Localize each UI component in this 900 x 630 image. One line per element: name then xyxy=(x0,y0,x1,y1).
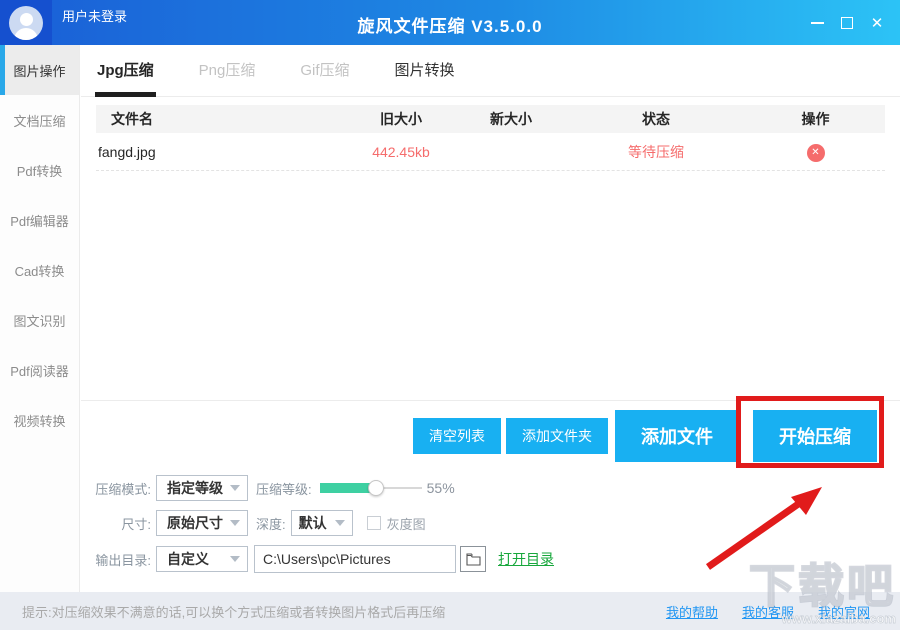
output-dir-mode-select[interactable]: 自定义 xyxy=(156,546,248,572)
compress-mode-label: 压缩模式: xyxy=(89,479,151,498)
open-directory-link[interactable]: 打开目录 xyxy=(498,549,554,569)
tab-gif-compress[interactable]: Gif压缩 xyxy=(298,45,351,97)
sidebar-item-label: Cad转换 xyxy=(15,261,65,280)
settings-form: 压缩模式: 指定等级 压缩等级: 55% 尺寸: 原始尺寸 xyxy=(89,475,554,582)
compress-mode-select[interactable]: 指定等级 xyxy=(156,475,248,501)
sidebar-item-label: 视频转换 xyxy=(13,411,65,430)
size-label: 尺寸: xyxy=(89,514,151,533)
minimize-icon xyxy=(811,22,824,24)
size-depth-row: 尺寸: 原始尺寸 深度: 默认 灰度图 xyxy=(89,510,554,536)
statusbar: 提示:对压缩效果不满意的话,可以换个方式压缩或者转换图片格式后再压缩 我的帮助 … xyxy=(0,592,900,630)
folder-icon xyxy=(466,553,481,566)
sidebar-item-pdf-editor[interactable]: Pdf编辑器 xyxy=(0,195,79,245)
statusbar-links: 我的帮助 我的客服 我的官网 xyxy=(666,602,870,621)
sidebar: 图片操作 文档压缩 Pdf转换 Pdf编辑器 Cad转换 图文识别 Pdf阅读器… xyxy=(0,45,80,592)
output-dir-label: 输出目录: xyxy=(89,550,151,569)
titlebar: 用户未登录 旋风文件压缩 V3.5.0.0 ✕ xyxy=(0,0,900,45)
compress-mode-row: 压缩模式: 指定等级 压缩等级: 55% xyxy=(89,475,554,501)
size-value: 原始尺寸 xyxy=(167,513,223,533)
compress-level-percent: 55% xyxy=(427,480,455,496)
tab-png-compress[interactable]: Png压缩 xyxy=(197,45,258,97)
window-title: 旋风文件压缩 V3.5.0.0 xyxy=(0,12,900,37)
sidebar-item-doc-compress[interactable]: 文档压缩 xyxy=(0,95,79,145)
tab-image-convert[interactable]: 图片转换 xyxy=(393,45,457,97)
sidebar-item-label: Pdf转换 xyxy=(17,161,63,180)
column-new-size: 新大小 xyxy=(456,109,566,129)
column-status: 状态 xyxy=(566,109,746,129)
caret-down-icon xyxy=(335,520,345,526)
close-icon: ✕ xyxy=(871,14,884,32)
file-name: fangd.jpg xyxy=(96,144,346,160)
caret-down-icon xyxy=(230,520,240,526)
tab-bar: Jpg压缩 Png压缩 Gif压缩 图片转换 xyxy=(81,45,900,97)
output-path-input[interactable] xyxy=(254,545,456,573)
depth-label: 深度: xyxy=(256,514,286,533)
active-indicator xyxy=(0,45,5,95)
grayscale-checkbox[interactable] xyxy=(367,516,381,530)
clear-list-button[interactable]: 清空列表 xyxy=(413,418,501,454)
help-link[interactable]: 我的帮助 xyxy=(666,602,718,621)
caret-down-icon xyxy=(230,485,240,491)
file-actions-cell: ✕ xyxy=(746,142,885,162)
file-old-size: 442.45kb xyxy=(346,144,456,160)
sidebar-item-video-convert[interactable]: 视频转换 xyxy=(0,395,79,445)
output-dir-row: 输出目录: 自定义 打开目录 xyxy=(89,545,554,573)
action-button-bar: 清空列表 添加文件夹 添加文件 开始压缩 xyxy=(81,400,900,462)
size-select[interactable]: 原始尺寸 xyxy=(156,510,248,536)
sidebar-item-label: Pdf编辑器 xyxy=(10,211,69,230)
caret-down-icon xyxy=(230,556,240,562)
sidebar-item-image-ops[interactable]: 图片操作 xyxy=(0,45,79,95)
sidebar-item-pdf-reader[interactable]: Pdf阅读器 xyxy=(0,345,79,395)
sidebar-item-label: 图片操作 xyxy=(13,61,65,80)
sidebar-item-ocr[interactable]: 图文识别 xyxy=(0,295,79,345)
compress-level-slider[interactable] xyxy=(320,480,422,496)
main-panel: Jpg压缩 Png压缩 Gif压缩 图片转换 文件名 旧大小 新大小 状态 操作… xyxy=(81,45,900,592)
file-table-header: 文件名 旧大小 新大小 状态 操作 xyxy=(96,105,885,133)
column-old-size: 旧大小 xyxy=(346,109,456,129)
support-link[interactable]: 我的客服 xyxy=(742,602,794,621)
start-compress-button[interactable]: 开始压缩 xyxy=(753,410,877,462)
column-actions: 操作 xyxy=(746,109,885,129)
sidebar-item-cad-convert[interactable]: Cad转换 xyxy=(0,245,79,295)
sidebar-item-pdf-convert[interactable]: Pdf转换 xyxy=(0,145,79,195)
close-button[interactable]: ✕ xyxy=(862,8,892,38)
browse-folder-button[interactable] xyxy=(460,546,486,572)
add-folder-button[interactable]: 添加文件夹 xyxy=(506,418,608,454)
compress-level-label: 压缩等级: xyxy=(256,479,312,498)
maximize-button[interactable] xyxy=(832,8,862,38)
tab-jpg-compress[interactable]: Jpg压缩 xyxy=(95,45,156,97)
window-controls: ✕ xyxy=(802,0,892,45)
remove-file-button[interactable]: ✕ xyxy=(807,144,825,162)
sidebar-item-label: Pdf阅读器 xyxy=(10,361,69,380)
sidebar-item-label: 图文识别 xyxy=(13,311,65,330)
remove-icon: ✕ xyxy=(811,148,819,158)
sidebar-item-label: 文档压缩 xyxy=(13,111,65,130)
depth-value: 默认 xyxy=(299,513,327,533)
website-link[interactable]: 我的官网 xyxy=(818,602,870,621)
file-status: 等待压缩 xyxy=(566,142,746,162)
output-dir-mode-value: 自定义 xyxy=(167,549,209,569)
compress-mode-value: 指定等级 xyxy=(167,478,223,498)
minimize-button[interactable] xyxy=(802,8,832,38)
hint-text: 提示:对压缩效果不满意的话,可以换个方式压缩或者转换图片格式后再压缩 xyxy=(22,602,445,621)
app-window: 用户未登录 旋风文件压缩 V3.5.0.0 ✕ 图片操作 文档压缩 Pdf转换 … xyxy=(0,0,900,630)
compress-level-thumb[interactable] xyxy=(368,480,384,496)
add-file-button[interactable]: 添加文件 xyxy=(615,410,739,462)
grayscale-label: 灰度图 xyxy=(387,514,426,533)
maximize-icon xyxy=(841,17,853,29)
depth-select[interactable]: 默认 xyxy=(291,510,353,536)
column-filename: 文件名 xyxy=(96,109,346,129)
table-row: fangd.jpg 442.45kb 等待压缩 ✕ xyxy=(96,133,885,171)
